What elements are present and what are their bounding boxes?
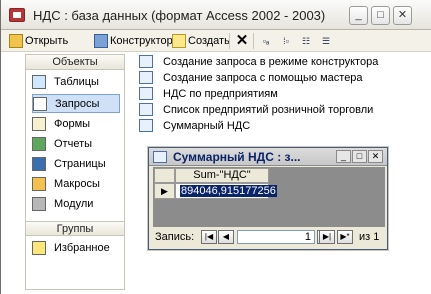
current-row-indicator[interactable]: ▶ <box>154 183 175 199</box>
objects-item-label: Формы <box>54 117 91 130</box>
design-icon <box>94 34 108 48</box>
design-button[interactable]: Конструктор <box>94 32 173 50</box>
module-icon <box>32 196 46 211</box>
objects-item-pages[interactable]: Страницы <box>32 154 120 173</box>
large-icons-button[interactable]: ▫ₐ <box>259 32 275 50</box>
access-database-window: НДС : база данных (формат Access 2002 - … <box>0 0 431 294</box>
list-item-label: Создание запроса в режиме конструктора <box>163 55 379 68</box>
objects-item-modules[interactable]: Модули <box>32 194 120 213</box>
new-label: Создать <box>188 35 230 47</box>
design-label: Конструктор <box>110 35 173 47</box>
select-all-button[interactable] <box>154 168 175 183</box>
query-maximize-button[interactable]: □ <box>352 150 367 163</box>
query-icon <box>153 151 167 163</box>
list-item-create-design[interactable]: Создание запроса в режиме конструктора <box>139 54 378 69</box>
groups-item-label: Избранное <box>54 241 110 254</box>
new-button[interactable]: Создать <box>172 32 230 50</box>
list-item-label: Суммарный НДС <box>163 119 251 132</box>
list-item-label: НДС по предприятиям <box>163 87 278 100</box>
list-icon: ☷ <box>301 36 311 46</box>
form-icon <box>32 116 46 131</box>
query-close-button[interactable]: ✕ <box>368 150 383 163</box>
objects-item-label: Отчеты <box>54 137 93 150</box>
list-item-query[interactable]: Список предприятий розничной торговли <box>139 102 373 117</box>
details-icon: ☰ <box>321 36 331 46</box>
page-icon <box>32 156 46 171</box>
objects-item-label: Запросы <box>55 97 100 110</box>
groups-item-favorites[interactable]: Избранное <box>32 238 120 257</box>
objects-item-macros[interactable]: Макросы <box>32 174 120 193</box>
title-bar[interactable]: НДС : база данных (формат Access 2002 - … <box>1 0 431 30</box>
table-icon <box>32 74 46 89</box>
query-window-title: Суммарный НДС : з... <box>173 150 301 164</box>
list-item-label: Список предприятий розничной торговли <box>163 103 374 116</box>
query-icon <box>33 96 47 111</box>
close-button[interactable]: ✕ <box>393 6 412 25</box>
table-cell[interactable]: 894046,915177256 <box>175 183 277 199</box>
query-icon <box>139 119 153 132</box>
query-icon <box>139 87 153 100</box>
objects-bar: Объекты Таблицы Запросы Формы Отчеты Стр… <box>25 54 125 290</box>
report-icon <box>32 136 46 151</box>
list-item-query[interactable]: Суммарный НДС <box>139 118 250 133</box>
close-icon: ✕ <box>235 32 249 49</box>
cell-value: 894046,915177256 <box>180 185 277 197</box>
objects-item-tables[interactable]: Таблицы <box>32 72 120 91</box>
objects-header[interactable]: Объекты <box>26 55 124 70</box>
last-record-button[interactable]: ▶| <box>319 230 335 244</box>
datasheet-grid: Sum-"НДС" ▶ 894046,915177256 <box>153 167 385 227</box>
query-window-title-bar[interactable]: Суммарный НДС : з... _ □ ✕ <box>149 148 387 166</box>
first-record-button[interactable]: |◀ <box>201 230 217 244</box>
list-item-query[interactable]: НДС по предприятиям <box>139 86 278 101</box>
open-label: Открыть <box>25 35 69 47</box>
database-toolbar: Открыть Конструктор Создать ✕ ▫ₐ ⁞▫ ☷ ☰ <box>1 30 431 52</box>
objects-item-label: Макросы <box>54 177 100 190</box>
favorites-icon <box>32 240 46 255</box>
list-item-label: Создание запроса с помощью мастера <box>163 71 363 84</box>
objects-item-forms[interactable]: Формы <box>32 114 120 133</box>
groups-header[interactable]: Группы <box>26 221 124 236</box>
small-icons-button[interactable]: ⁞▫ <box>279 32 295 50</box>
maximize-button[interactable]: □ <box>371 6 390 25</box>
record-number-field[interactable]: 1 <box>237 230 315 244</box>
large-icons-icon: ▫ₐ <box>262 36 270 46</box>
query-icon <box>139 103 153 116</box>
list-button[interactable]: ☷ <box>299 32 315 50</box>
design-wizard-icon <box>139 55 153 68</box>
open-button[interactable]: Открыть <box>9 32 68 50</box>
previous-record-button[interactable]: ◀ <box>218 230 234 244</box>
record-navigator: Запись: |◀ ◀ 1 ▶ ▶| ▶* из 1 <box>153 228 385 246</box>
database-icon <box>9 8 25 22</box>
new-icon <box>172 34 186 48</box>
delete-button[interactable]: ✕ <box>235 32 251 50</box>
record-label: Запись: <box>155 231 195 243</box>
window-title: НДС : база данных (формат Access 2002 - … <box>33 8 326 23</box>
minimize-button[interactable]: _ <box>349 6 368 25</box>
record-count: из 1 <box>359 231 380 243</box>
small-icons-icon: ⁞▫ <box>283 36 289 46</box>
query-minimize-button[interactable]: _ <box>336 150 351 163</box>
objects-item-queries[interactable]: Запросы <box>32 94 120 113</box>
objects-item-label: Модули <box>54 197 94 210</box>
details-button[interactable]: ☰ <box>319 32 335 50</box>
new-record-button[interactable]: ▶* <box>337 230 353 244</box>
query-wizard-icon <box>139 71 153 84</box>
column-header[interactable]: Sum-"НДС" <box>175 168 269 183</box>
open-icon <box>9 34 23 48</box>
macro-icon <box>32 176 46 191</box>
query-result-window: Суммарный НДС : з... _ □ ✕ Sum-"НДС" ▶ 8… <box>148 147 388 250</box>
list-item-create-wizard[interactable]: Создание запроса с помощью мастера <box>139 70 363 85</box>
objects-item-label: Страницы <box>54 157 106 170</box>
objects-item-reports[interactable]: Отчеты <box>32 134 120 153</box>
objects-item-label: Таблицы <box>54 75 99 88</box>
